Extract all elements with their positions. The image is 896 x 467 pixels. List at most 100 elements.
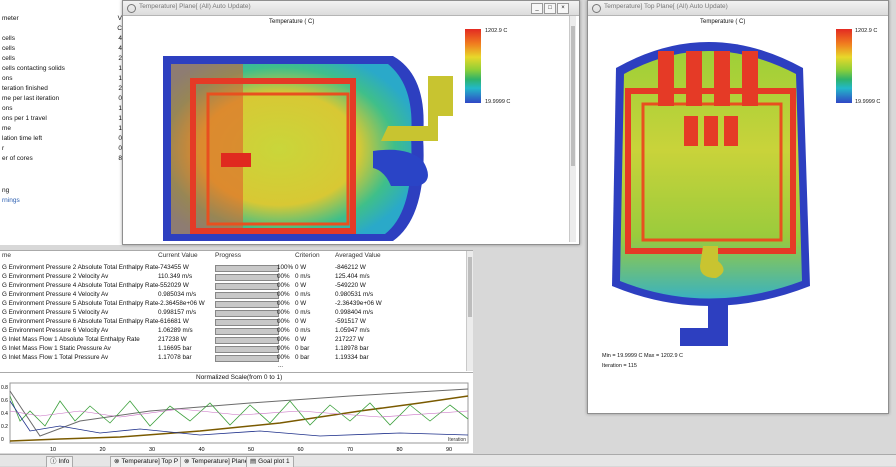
window-icon xyxy=(127,4,136,13)
tab-label: Temperature] Plane[ xyxy=(191,458,250,465)
info-panel: meter V Ccells 4 cells 4 cells 2 cells contactin… xyxy=(0,0,127,245)
tab-temperature-top-p[interactable]: ⊗ Temperature] Top P xyxy=(110,456,183,467)
cell-current: 0.985034 m/s xyxy=(158,291,197,298)
top-port-3 xyxy=(714,51,730,106)
cell-averaged: 1.05947 m/s xyxy=(335,327,370,334)
scrollbar-thumb[interactable] xyxy=(468,257,472,317)
temperature-contour-plot xyxy=(163,56,453,241)
progress-bar xyxy=(215,265,279,272)
temperature-legend xyxy=(836,29,852,103)
cell-name: G Environment Pressure 2 Absolute Total … xyxy=(2,264,159,271)
column-header-name[interactable]: me xyxy=(2,252,11,259)
cell-criterion: 0 bar xyxy=(295,345,310,352)
cell-criterion: 0 m/s xyxy=(295,309,311,316)
x-tick-label: 70 xyxy=(347,447,353,453)
cell-averaged: 0.980531 m/s xyxy=(335,291,374,298)
cell-progress: 00% xyxy=(277,291,290,298)
info-row: me 1 xyxy=(2,124,126,133)
table-row[interactable]: G Environment Pressure 2 Velocity Av 110.… xyxy=(0,272,470,281)
info-row-label: cells xyxy=(2,45,16,52)
cell-name: G Environment Pressure 4 Velocity Av xyxy=(2,291,109,298)
min-max-readout: Min = 19.9999 C Max = 1202.9 C xyxy=(602,353,684,359)
iteration-readout: Iteration = 115 xyxy=(602,363,637,369)
progress-bar-fill xyxy=(216,293,278,298)
info-row-label: ons per 1 travel xyxy=(2,115,47,122)
progress-bar xyxy=(215,292,279,299)
column-header-current-value[interactable]: Current Value xyxy=(158,252,198,259)
maximize-button[interactable]: □ xyxy=(544,3,556,14)
cell-averaged: -591517 W xyxy=(335,318,366,325)
cell-progress: 00% xyxy=(277,345,290,352)
cell-name: G Inlet Mass Flow 1 Static Pressure Av xyxy=(2,345,111,352)
progress-bar xyxy=(215,319,279,326)
cell-criterion: 0 W xyxy=(295,318,307,325)
close-button[interactable]: × xyxy=(557,3,569,14)
cell-name: G Environment Pressure 6 Absolute Total … xyxy=(2,318,159,325)
table-row[interactable]: G Environment Pressure 5 Velocity Av 0.99… xyxy=(0,308,470,317)
window-title: Temperature] Plane[ (All) Auto Update) xyxy=(139,3,251,10)
info-row: er of cores 8 xyxy=(2,154,126,163)
table-row[interactable]: G Environment Pressure 4 Absolute Total … xyxy=(0,281,470,290)
info-section-label: ng xyxy=(2,187,10,194)
scrollbar-thumb[interactable] xyxy=(571,26,575,166)
goals-table[interactable]: me Current Value Progress Criterion Aver… xyxy=(0,250,473,373)
heater-element-2 xyxy=(704,116,718,146)
info-row: cells 2 xyxy=(2,54,126,63)
info-row-label: ons xyxy=(2,105,13,112)
table-row[interactable]: G Inlet Mass Flow 1 Static Pressure Av 1.… xyxy=(0,344,470,353)
table-row[interactable]: G Inlet Mass Flow 1 Absolute Total Entha… xyxy=(0,335,470,344)
info-row: cells 4 xyxy=(2,44,126,53)
tab-temperature-plane[interactable]: ⊗ Temperature] Plane[ xyxy=(180,456,254,467)
column-header-criterion[interactable]: Criterion xyxy=(295,252,320,259)
cell-current: 1.06289 m/s xyxy=(158,327,193,334)
progress-bar xyxy=(215,301,279,308)
info-row: lation time left 0 xyxy=(2,134,126,143)
goal-plot-graph[interactable]: Normalized Scale(from 0 to 1) 0.8 0.6 0.4 0… xyxy=(0,372,473,453)
cell-name: G Environment Pressure 4 Absolute Total … xyxy=(2,282,159,289)
progress-bar xyxy=(215,328,279,335)
table-row[interactable]: G Environment Pressure 6 Absolute Total … xyxy=(0,317,470,326)
cell-name: G Environment Pressure 2 Velocity Av xyxy=(2,273,109,280)
tab-info[interactable]: ⓘ Info xyxy=(46,456,74,467)
cell-criterion: 0 W xyxy=(295,282,307,289)
temperature-plane-window[interactable]: Temperature] Plane[ (All) Auto Update) _… xyxy=(122,0,580,245)
temperature-top-plane-window[interactable]: Temperature] Top Plane[ (All) Auto Updat… xyxy=(587,0,889,414)
cell-averaged: 125.404 m/s xyxy=(335,273,370,280)
top-port-1 xyxy=(658,51,674,106)
temperature-legend xyxy=(465,29,481,103)
x-tick-label: 40 xyxy=(199,447,205,453)
table-row[interactable]: G Environment Pressure 2 Absolute Total … xyxy=(0,263,470,272)
window-titlebar[interactable]: Temperature] Plane[ (All) Auto Update) _… xyxy=(123,1,579,16)
cell-name: G Inlet Mass Flow 1 Total Pressure Av xyxy=(2,354,109,361)
info-row: ons per 1 travel 1 xyxy=(2,114,126,123)
cell-criterion: 0 W xyxy=(295,300,307,307)
table-row[interactable]: G Environment Pressure 4 Velocity Av 0.98… xyxy=(0,290,470,299)
column-header-progress[interactable]: Progress xyxy=(215,252,241,259)
progress-bar xyxy=(215,310,279,317)
info-row: cells contacting solids 1 xyxy=(2,64,126,73)
vertical-scrollbar[interactable] xyxy=(569,16,576,242)
info-row-label: cells xyxy=(2,35,16,42)
x-tick-label: 80 xyxy=(397,447,403,453)
table-row[interactable]: G Inlet Mass Flow 1 Total Pressure Av 1.1… xyxy=(0,353,470,362)
table-row[interactable]: G Environment Pressure 5 Absolute Total … xyxy=(0,299,470,308)
progress-bar-fill xyxy=(216,302,278,307)
info-row: cells 4 xyxy=(2,34,126,43)
column-header-averaged-value[interactable]: Averaged Value xyxy=(335,252,381,259)
vertical-scrollbar[interactable] xyxy=(466,251,473,371)
cell-progress: 00% xyxy=(277,354,290,361)
tab-label: Temperature] Top P xyxy=(121,458,179,465)
cell-criterion: 0 W xyxy=(295,264,307,271)
warnings-link[interactable]: rnings xyxy=(2,196,126,205)
cell-progress: 00% xyxy=(277,282,290,289)
minimize-button[interactable]: _ xyxy=(531,3,543,14)
table-row[interactable]: G Environment Pressure 6 Velocity Av 1.06… xyxy=(0,326,470,335)
y-tick-label: 0.8 xyxy=(1,385,8,391)
window-title: Temperature] Top Plane[ (All) Auto Updat… xyxy=(604,3,728,10)
cell-averaged: 1.19334 bar xyxy=(335,354,369,361)
plot-area xyxy=(9,382,469,444)
window-titlebar[interactable]: Temperature] Top Plane[ (All) Auto Updat… xyxy=(588,1,888,16)
info-row-label: er of cores xyxy=(2,155,33,162)
tab-goal-plot-1[interactable]: ▤ Goal plot 1 xyxy=(246,456,294,467)
x-tick-label: 30 xyxy=(149,447,155,453)
